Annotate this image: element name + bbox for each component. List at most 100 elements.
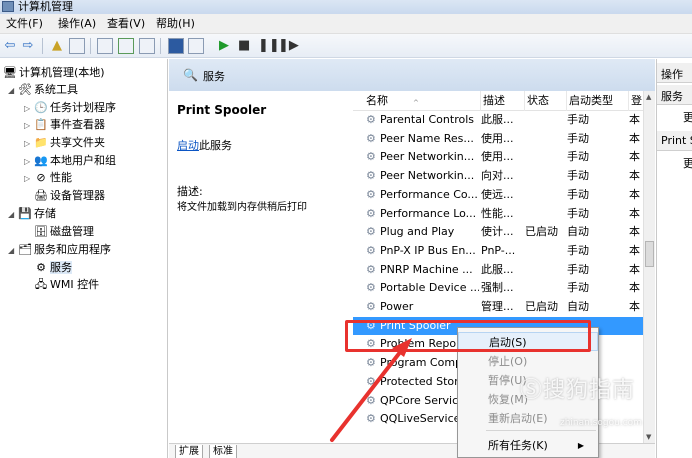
scroll-up-icon[interactable]: ▲ bbox=[646, 93, 651, 101]
computer-management-icon bbox=[2, 1, 14, 12]
start-service-link[interactable]: 启动 bbox=[177, 139, 199, 152]
start-service-icon[interactable]: ▶ bbox=[218, 38, 230, 54]
refresh-icon[interactable] bbox=[118, 38, 134, 54]
gear-icon: ⚙ bbox=[366, 150, 376, 164]
restart-service-icon[interactable]: ❚▶ bbox=[278, 38, 299, 54]
tree-task-scheduler[interactable]: ▷ 🕒 任务计划程序 bbox=[24, 99, 116, 116]
context-menu-item[interactable]: 停止(O) bbox=[458, 352, 598, 371]
tab-extended[interactable]: 扩展 bbox=[175, 445, 203, 458]
service-name-text: Peer Name Res... bbox=[380, 131, 474, 145]
pause-service-icon[interactable]: ❚❚ bbox=[258, 38, 280, 54]
scroll-thumb[interactable] bbox=[645, 241, 654, 267]
gear-icon: ⚙ bbox=[366, 356, 376, 370]
properties-icon[interactable] bbox=[97, 38, 113, 54]
actions-more-2[interactable]: 更 bbox=[683, 155, 692, 171]
disk-icon: 🗄 bbox=[34, 225, 48, 238]
stop-service-icon[interactable]: ■ bbox=[238, 38, 250, 54]
service-row[interactable]: ⚙ Peer Name Res... 使用... 手动 本 bbox=[353, 130, 643, 149]
column-description[interactable]: 描述 bbox=[481, 91, 525, 111]
service-logon-cell: 本 bbox=[629, 169, 640, 183]
service-name-cell: ⚙ Peer Networkin... bbox=[366, 167, 479, 185]
collapsed-icon[interactable]: ▷ bbox=[24, 117, 34, 134]
tree-storage[interactable]: ◢ 💾 存储 bbox=[8, 205, 56, 222]
show-hide-tree-icon[interactable] bbox=[69, 38, 85, 54]
menu-help[interactable]: 帮助(H) bbox=[156, 16, 195, 31]
context-menu-item[interactable]: 所有任务(K) ▶ bbox=[458, 436, 598, 455]
service-name-text: Protected Stor bbox=[380, 374, 459, 388]
column-logon[interactable]: 登 bbox=[629, 91, 643, 111]
collapsed-icon[interactable]: ▷ bbox=[24, 135, 34, 152]
service-row[interactable]: ⚙ Plug and Play 使计... 已启动 自动 本 bbox=[353, 223, 643, 242]
service-name-text: PNRP Machine ... bbox=[380, 262, 473, 276]
service-name-text: Power bbox=[380, 300, 414, 313]
gear-icon: ⚙ bbox=[366, 300, 376, 313]
gear-icon: ⚙ bbox=[366, 374, 376, 388]
tree-wmi-control[interactable]: 🖧 WMI 控件 bbox=[34, 276, 99, 293]
tree-device-manager[interactable]: 🖨 设备管理器 bbox=[34, 187, 105, 204]
service-row[interactable]: ⚙ Performance Co... 使远... 手动 本 bbox=[353, 186, 643, 205]
service-description-cell: 管理... bbox=[481, 300, 514, 313]
window-title: 计算机管理 bbox=[18, 0, 73, 13]
tree-services[interactable]: ⚙ 服务 bbox=[34, 259, 72, 276]
service-row[interactable]: ⚙ Performance Lo... 性能... 手动 本 bbox=[353, 205, 643, 224]
forward-icon[interactable]: ⇨ bbox=[21, 38, 35, 54]
collapsed-icon[interactable]: ▷ bbox=[24, 170, 34, 187]
service-description-cell: PnP-... bbox=[481, 243, 516, 257]
service-detail: Print Spooler 启动此服务 描述: 将文件加载到内存供稍后打印 bbox=[169, 91, 353, 443]
expanded-icon[interactable]: ◢ bbox=[8, 206, 18, 223]
users-icon: 👥 bbox=[34, 154, 48, 167]
export-list-icon[interactable] bbox=[139, 38, 155, 54]
collapsed-icon[interactable]: ▷ bbox=[24, 153, 34, 170]
column-name[interactable]: 名称 ^ bbox=[353, 91, 481, 111]
tree-performance[interactable]: ▷ ⊘ 性能 bbox=[24, 169, 72, 186]
service-row[interactable]: ⚙ PNRP Machine ... 此服... 手动 本 bbox=[353, 261, 643, 280]
help-icon[interactable] bbox=[168, 38, 184, 54]
expanded-icon[interactable]: ◢ bbox=[8, 242, 18, 259]
column-status[interactable]: 状态 bbox=[525, 91, 567, 111]
up-folder-icon[interactable]: ▲ bbox=[50, 38, 64, 54]
tree-services-apps[interactable]: ◢ 🗂 服务和应用程序 bbox=[8, 241, 111, 258]
service-startup-cell: 手动 bbox=[567, 131, 589, 145]
gear-icon: ⚙ bbox=[366, 337, 376, 351]
service-name-cell: ⚙ PnP-X IP Bus En... bbox=[366, 242, 479, 260]
action-pane-icon[interactable] bbox=[188, 38, 204, 54]
toolbar-separator bbox=[42, 38, 43, 54]
service-row[interactable]: ⚙ Portable Device ... 强制... 手动 本 bbox=[353, 279, 643, 298]
context-menu-item[interactable]: 启动(S) bbox=[458, 332, 598, 351]
gear-icon: ⚙ bbox=[366, 412, 376, 426]
service-row[interactable]: ⚙ Peer Networkin... 向对... 手动 本 bbox=[353, 167, 643, 186]
tab-standard[interactable]: 标准 bbox=[209, 445, 237, 458]
service-name-text: QQLiveService bbox=[380, 412, 461, 426]
back-icon[interactable]: ⇦ bbox=[3, 38, 17, 54]
menu-file[interactable]: 文件(F) bbox=[6, 16, 43, 31]
vertical-scrollbar[interactable]: ▲ ▼ bbox=[643, 91, 655, 443]
tree-event-viewer[interactable]: ▷ 📋 事件查看器 bbox=[24, 116, 105, 133]
gear-icon: ⚙ bbox=[366, 169, 376, 183]
tree-system-tools[interactable]: ◢ 🛠 系统工具 bbox=[8, 81, 78, 98]
expanded-icon[interactable]: ◢ bbox=[8, 82, 18, 99]
scroll-down-icon[interactable]: ▼ bbox=[646, 433, 651, 441]
collapsed-icon[interactable]: ▷ bbox=[24, 100, 34, 117]
search-icon: 🔍 bbox=[183, 68, 198, 82]
menu-action[interactable]: 操作(A) bbox=[58, 16, 96, 31]
tree-shared-folders[interactable]: ▷ 📁 共享文件夹 bbox=[24, 134, 105, 151]
service-row[interactable]: ⚙ PnP-X IP Bus En... PnP-... 手动 本 bbox=[353, 242, 643, 261]
tree-disk-management[interactable]: 🗄 磁盘管理 bbox=[34, 223, 94, 240]
service-name-cell: ⚙ Performance Lo... bbox=[366, 205, 479, 223]
service-startup-cell: 自动 bbox=[567, 300, 589, 313]
menu-view[interactable]: 查看(V) bbox=[107, 16, 145, 31]
service-startup-cell: 手动 bbox=[567, 206, 589, 220]
actions-group-print-spooler: Print S bbox=[661, 134, 692, 147]
service-row[interactable]: ⚙ Power 管理... 已启动 自动 本 bbox=[353, 298, 643, 317]
service-row[interactable]: ⚙ Peer Networkin... 使用... 手动 本 bbox=[353, 148, 643, 167]
tree-root[interactable]: 🖥 计算机管理(本地) bbox=[3, 64, 105, 81]
toolbar: ⇦ ⇨ ▲ ▶ ■ ❚❚ ❚▶ bbox=[0, 34, 692, 58]
column-startup-type[interactable]: 启动类型 bbox=[567, 91, 629, 111]
service-row[interactable]: ⚙ Parental Controls 此服... 手动 本 bbox=[353, 111, 643, 130]
watermark-url: zhinan.sogou.com bbox=[560, 418, 642, 428]
service-logon-cell: 本 bbox=[629, 225, 640, 239]
tree-local-users[interactable]: ▷ 👥 本地用户和组 bbox=[24, 152, 116, 169]
event-viewer-icon: 📋 bbox=[34, 118, 48, 131]
services-title: 服务 bbox=[203, 70, 225, 83]
actions-more-1[interactable]: 更 bbox=[683, 109, 692, 125]
